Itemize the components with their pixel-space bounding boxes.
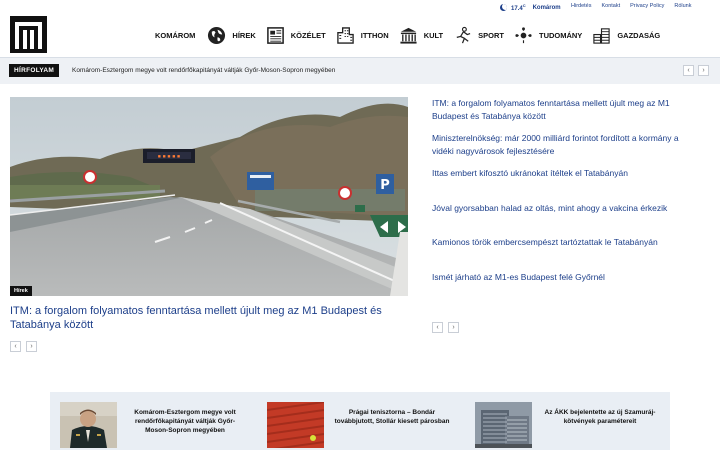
svg-text:P: P [380,178,390,193]
hero-prev-button[interactable]: ‹ [10,341,21,352]
coins-icon [593,27,610,44]
nav-label: TUDOMÁNY [538,30,583,40]
weather-city: Komárom [532,4,561,11]
list-item[interactable]: Kamionos török embercsempészt tartóztatt… [432,236,702,249]
featured-card[interactable]: Prágai tenisztorna – Bondár továbbjutott… [267,402,452,448]
weather-widget: 17.4C Komárom [500,3,561,12]
newspaper-icon [266,26,284,44]
card-title[interactable]: Prágai tenisztorna – Bondár továbbjutott… [332,402,452,426]
featured-card[interactable]: Az ÁKK bejelentette az új Szamuráj-kötvé… [475,402,660,448]
list-item[interactable]: Ittas embert kifosztó ukránokat ítéltek … [432,167,702,180]
link-kontakt[interactable]: Kontakt [601,3,620,9]
chevron-left-icon: ‹ [436,324,439,331]
hero-next-button[interactable]: › [26,341,37,352]
nav-label: SPORT [478,30,504,40]
list-prev-button[interactable]: ‹ [432,322,443,333]
list-item[interactable]: Jóval gyorsabban halad az oltás, mint ah… [432,202,702,215]
top-bar: 17.4C Komárom Hirdetés Kontakt Privacy P… [0,0,720,14]
nav-label: GAZDASÁG [617,30,661,40]
nav-item-tudomany[interactable]: TUDOMÁNY [514,26,582,45]
nav-label: ITTHON [360,30,389,40]
chevron-left-icon: ‹ [14,343,17,350]
chevron-right-icon: › [702,67,705,74]
nav-item-komarom[interactable]: KOMÁROM [155,31,195,40]
temple-icon [400,27,417,44]
temperature: 17.4C [511,3,526,12]
news-ticker: HÍRFOLYAM Komárom-Esztergom megye volt r… [0,58,720,84]
nav-item-kult[interactable]: KULT [399,26,443,45]
ticker-label: HÍRFOLYAM [9,64,60,77]
globe-icon [208,26,226,44]
nav-item-itthon[interactable]: ITTHON [336,26,389,45]
list-next-button[interactable]: › [448,322,459,333]
hero-title[interactable]: ITM: a forgalom folyamatos fenntartása m… [10,304,408,332]
nav-label: KOMÁROM [155,30,196,40]
card-title[interactable]: Komárom-Esztergom megye volt rendőrfőkap… [125,402,245,435]
list-item[interactable]: ITM: a forgalom folyamatos fenntartása m… [432,97,702,122]
nav-item-gazdasag[interactable]: GAZDASÁG [592,26,660,45]
card-title[interactable]: Az ÁKK bejelentette az új Szamuráj-kötvé… [540,402,660,426]
moon-icon [500,4,507,11]
highway-photo: ■ ■ ■ ■ ■ P [10,97,408,296]
chevron-left-icon: ‹ [687,67,690,74]
link-privacy-policy[interactable]: Privacy Policy [630,3,664,9]
svg-text:■ ■ ■ ■ ■: ■ ■ ■ ■ ■ [158,154,180,159]
buildings-icon [337,26,354,44]
main-nav: KOMÁROM HÍREK KÖZÉLET ITTHON KULT SPORT … [155,24,670,46]
featured-strip: Komárom-Esztergom megye volt rendőrfőkap… [50,392,670,450]
link-rolunk[interactable]: Rólunk [674,3,691,9]
card-thumbnail[interactable] [267,402,324,448]
hero-image[interactable]: ■ ■ ■ ■ ■ P Hírek [10,97,408,296]
nav-label: KÖZÉLET [290,30,326,40]
hero-category-badge[interactable]: Hírek [10,286,32,296]
chevron-right-icon: › [30,343,33,350]
nav-label: KULT [423,30,444,40]
top-links: Hirdetés Kontakt Privacy Policy Rólunk [571,3,692,9]
link-hirdetes[interactable]: Hirdetés [571,3,591,9]
list-item[interactable]: Ismét járható az M1-es Budapest felé Győ… [432,271,702,284]
card-thumbnail[interactable] [475,402,532,448]
nav-item-kozelet[interactable]: KÖZÉLET [266,26,326,45]
atom-icon [515,26,532,43]
runner-icon [456,26,471,43]
featured-card[interactable]: Komárom-Esztergom megye volt rendőrfőkap… [60,402,245,448]
chevron-right-icon: › [452,324,455,331]
site-logo[interactable] [10,16,47,53]
ticker-prev-button[interactable]: ‹ [683,65,694,76]
card-thumbnail[interactable] [60,402,117,448]
nav-item-sport[interactable]: SPORT [453,26,504,45]
headline-list: ITM: a forgalom folyamatos fenntartása m… [432,97,702,293]
nav-item-hirek[interactable]: HÍREK [207,26,256,45]
nav-label: HÍREK [232,30,256,40]
ticker-next-button[interactable]: › [698,65,709,76]
ticker-headline[interactable]: Komárom-Esztergom megye volt rendőrfőkap… [72,67,335,74]
list-item[interactable]: Miniszterelnökség: már 2000 milliárd for… [432,132,702,157]
